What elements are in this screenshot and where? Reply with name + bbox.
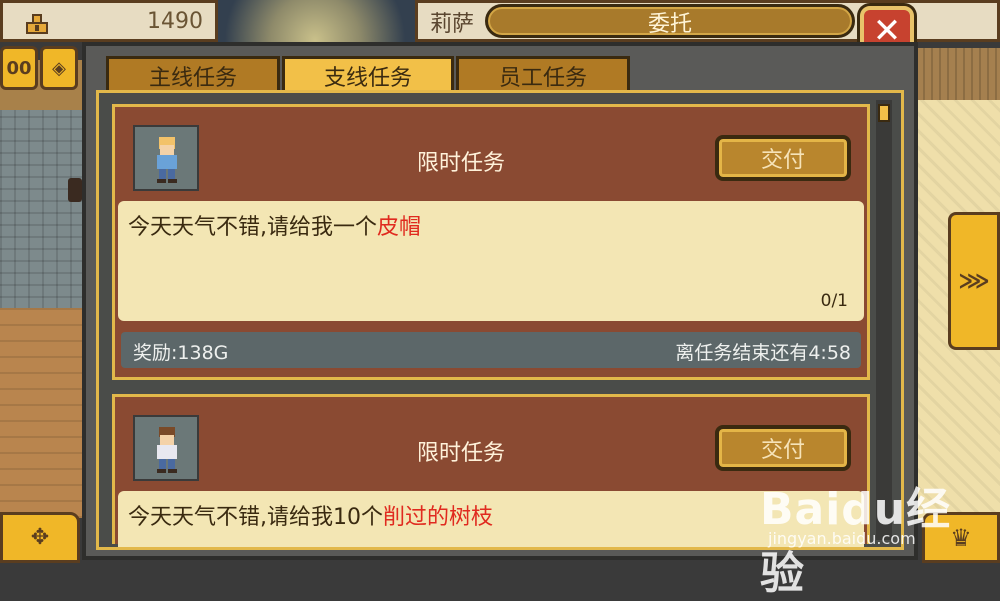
time-remaining: 离任务结束还有4:58 bbox=[675, 342, 851, 364]
quest-card-1: 限时任务 交付 今天天气不错,请给我一个皮帽 0/1 奖励:138G 离任务结束… bbox=[112, 104, 870, 380]
quest-card-2: 限时任务 交付 今天天气不错,请给我10个削过的树枝 bbox=[112, 394, 870, 547]
brown-hair-villager-icon bbox=[157, 427, 177, 473]
reward-text: 奖励:138G bbox=[133, 342, 229, 364]
night-sky-background bbox=[215, 0, 415, 45]
quest-message: 今天天气不错,请给我10个削过的树枝 bbox=[118, 491, 864, 547]
reward-bar: 奖励:138G 离任务结束还有4:58 bbox=[121, 332, 861, 368]
tab-side-quests[interactable]: 支线任务 bbox=[282, 56, 454, 92]
quest-giver-avatar bbox=[133, 415, 199, 481]
tab-label: 支线任务 bbox=[323, 65, 412, 91]
next-arrow-icon: ⋙ bbox=[958, 268, 990, 294]
left-menu-button-1[interactable]: 00 bbox=[0, 46, 38, 90]
blonde-villager-icon bbox=[157, 137, 177, 183]
quest-title: 限时任务 bbox=[416, 151, 505, 176]
message-text: 今天天气不错,请给我10个 bbox=[128, 505, 383, 530]
watermark-url: jingyan.baidu.com bbox=[768, 529, 916, 548]
coin-count: 1490 bbox=[147, 9, 203, 34]
tab-main-quests[interactable]: 主线任务 bbox=[106, 56, 280, 92]
npc-name: 莉萨 bbox=[430, 12, 475, 37]
scrollbar-thumb[interactable] bbox=[878, 104, 890, 122]
quest-title: 限时任务 bbox=[416, 441, 505, 466]
message-text: 今天天气不错,请给我一个 bbox=[128, 215, 377, 240]
tab-staff-quests[interactable]: 员工任务 bbox=[456, 56, 630, 92]
coin-bar: 1490 bbox=[0, 0, 218, 42]
dpad-button[interactable]: ✥ bbox=[0, 512, 80, 563]
next-page-button[interactable]: ⋙ bbox=[948, 212, 1000, 350]
ground-tile-left-bottom bbox=[0, 308, 85, 518]
left-menu-button-2[interactable]: ◈ bbox=[40, 46, 78, 90]
requested-item: 皮帽 bbox=[377, 215, 422, 240]
requested-item: 削过的树枝 bbox=[383, 505, 494, 530]
deliver-label: 交付 bbox=[760, 148, 805, 173]
quest-progress: 0/1 bbox=[820, 291, 848, 311]
dpad-icon: ✥ bbox=[30, 525, 50, 550]
quest-giver-avatar bbox=[133, 125, 199, 191]
tab-label: 主线任务 bbox=[148, 65, 237, 91]
background-character bbox=[68, 178, 82, 202]
tab-label: 员工任务 bbox=[498, 65, 587, 91]
wall-tile-right bbox=[915, 48, 1000, 100]
deliver-button[interactable]: 交付 bbox=[715, 135, 851, 181]
menu-button-1-label: 00 bbox=[6, 57, 32, 79]
baidu-watermark: Baidu经验 jingyan.baidu.com bbox=[760, 455, 985, 599]
building-coin-icon bbox=[26, 14, 48, 34]
window-title: 委托 bbox=[647, 12, 692, 37]
stone-road-left bbox=[0, 110, 85, 310]
menu-button-2-label: ◈ bbox=[52, 57, 66, 79]
quest-message: 今天天气不错,请给我一个皮帽 0/1 bbox=[118, 201, 864, 321]
